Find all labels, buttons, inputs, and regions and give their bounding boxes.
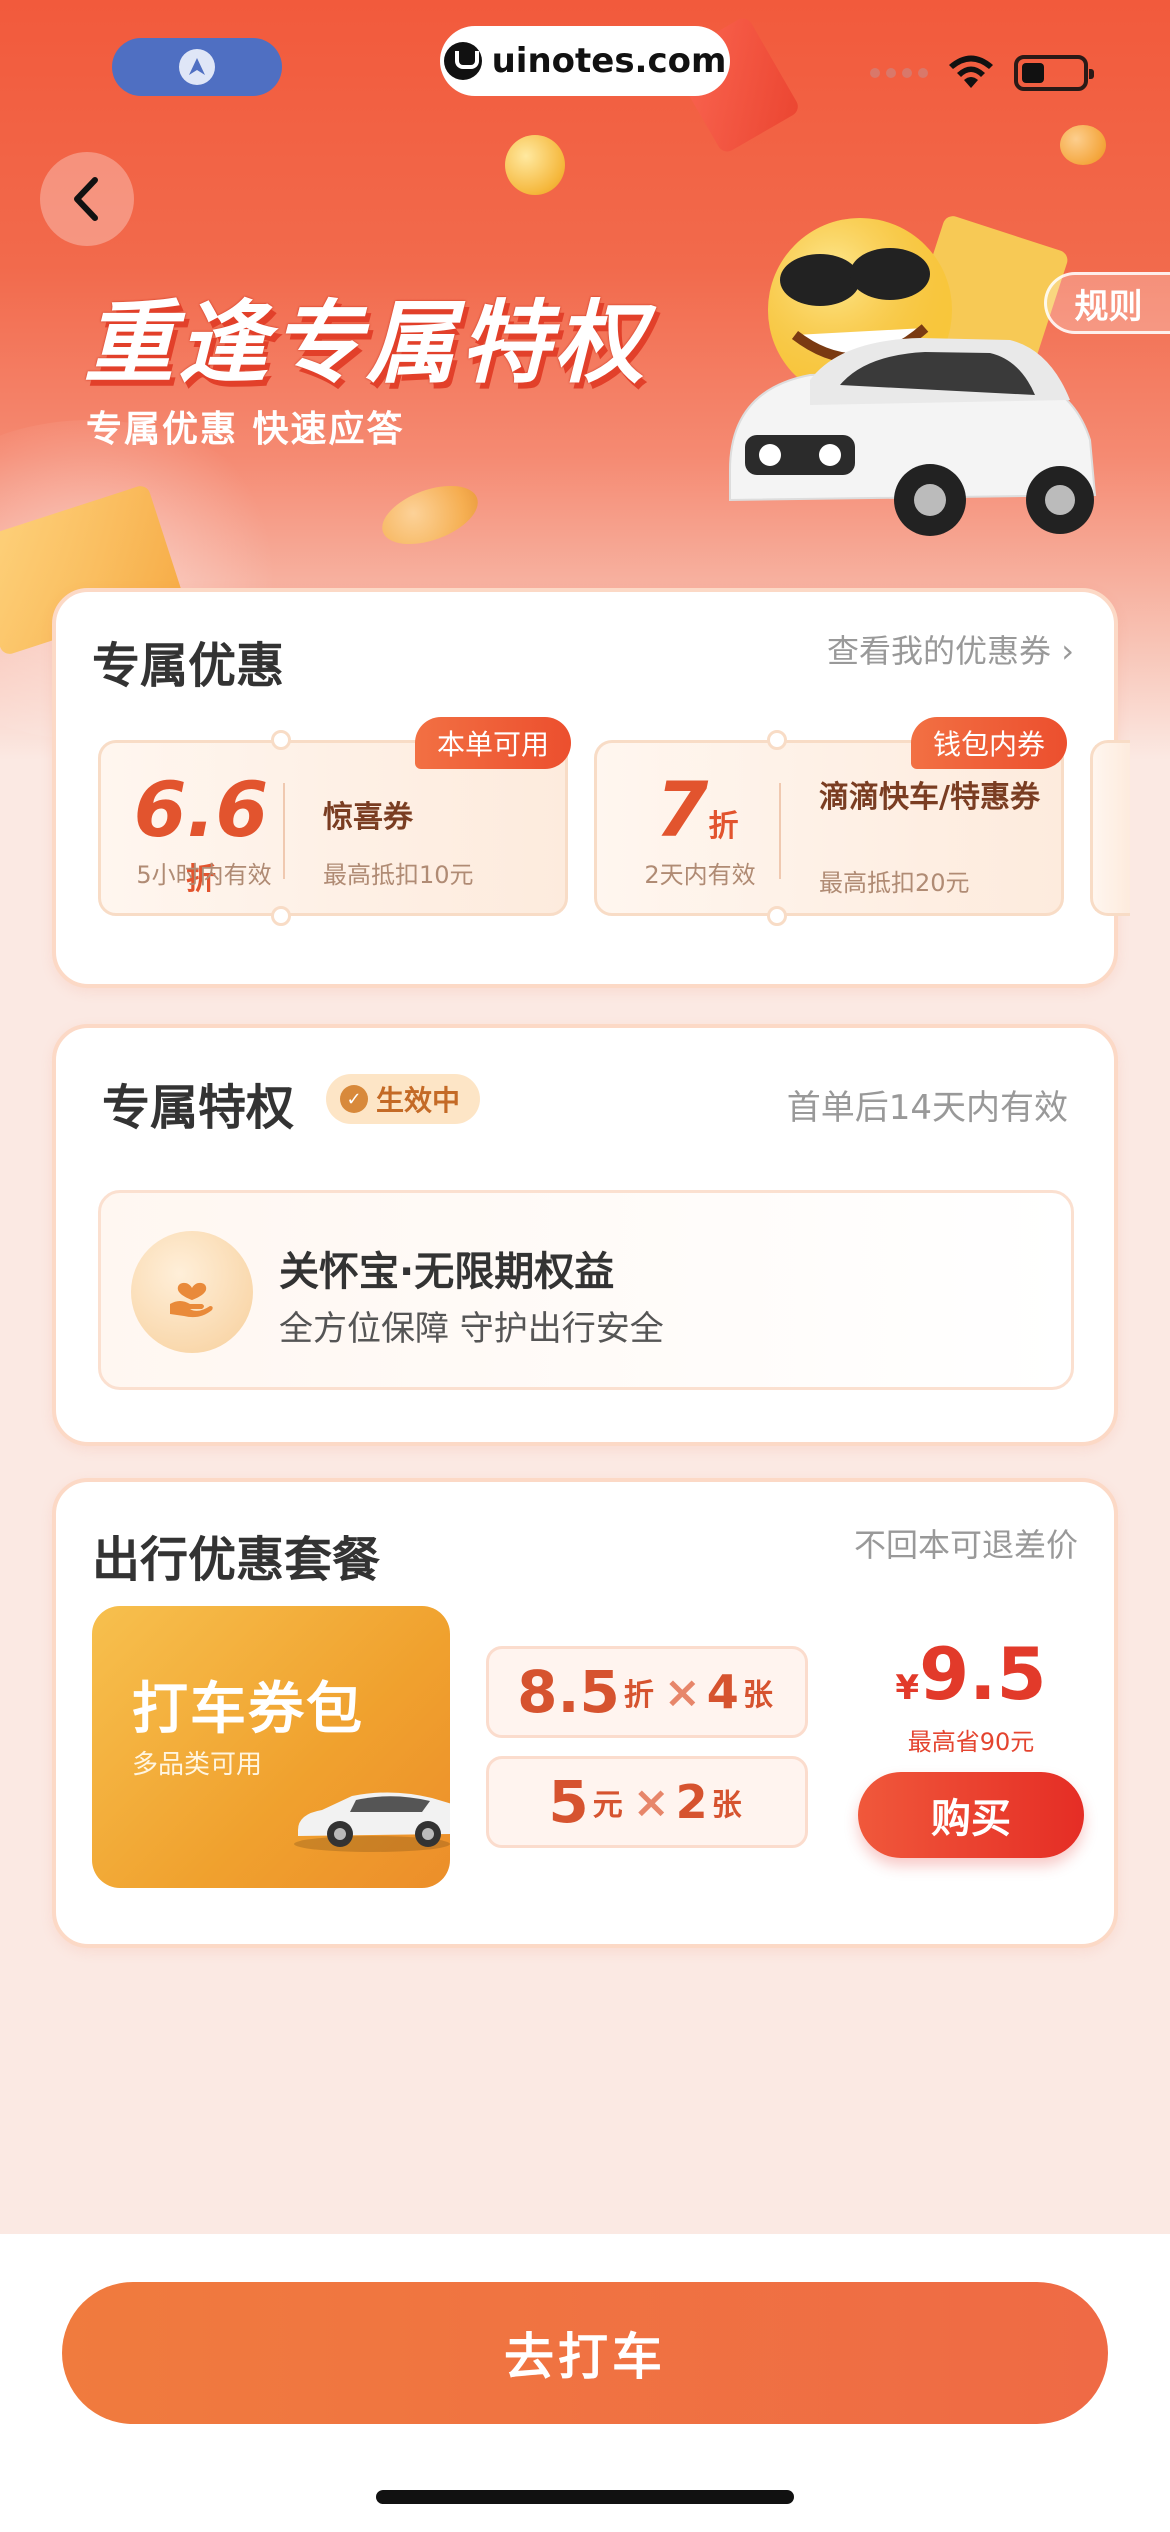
package-item: 5 元 × 2 张 — [486, 1756, 808, 1848]
coupon-divider — [779, 783, 781, 879]
coin-decoration — [505, 135, 565, 195]
care-benefit-item[interactable]: 关怀宝·无限期权益 全方位保障 守护出行安全 — [98, 1190, 1074, 1390]
heart-hand-icon — [131, 1231, 253, 1353]
coupon-pack-subtitle: 多品类可用 — [132, 1750, 263, 1780]
coupon-pack-title: 打车券包 — [132, 1677, 364, 1742]
back-button[interactable] — [40, 152, 134, 246]
navigation-pill — [112, 38, 282, 96]
coupon-validity: 5小时内有效 — [136, 861, 272, 889]
package-item: 8.5 折 × 4 张 — [486, 1646, 808, 1738]
currency-symbol: ¥ — [895, 1668, 920, 1708]
privilege-title: 专属特权 — [102, 1080, 295, 1136]
status-badge-label: 生效中 — [376, 1084, 461, 1117]
buy-button[interactable]: 购买 — [858, 1772, 1084, 1858]
check-icon: ✓ — [340, 1085, 368, 1113]
coin-decoration — [1060, 125, 1106, 165]
page-subtitle: 专属优惠 快速应答 — [86, 409, 405, 450]
coupon-limit: 最高抵扣20元 — [819, 869, 970, 897]
coupon-divider — [283, 783, 285, 879]
package-card: 出行优惠套餐 不回本可退差价 打车券包 多品类可用 8.5 折 × 4 张 5 … — [52, 1478, 1118, 1948]
coupon-pack-image: 打车券包 多品类可用 — [92, 1606, 450, 1888]
home-indicator[interactable] — [376, 2490, 794, 2504]
care-benefit-title: 关怀宝·无限期权益 — [279, 1249, 615, 1295]
coupon-validity: 2天内有效 — [644, 861, 756, 889]
coupon-name: 惊喜券 — [323, 800, 413, 835]
care-benefit-subtitle: 全方位保障 守护出行安全 — [279, 1309, 664, 1349]
offers-title: 专属优惠 — [92, 638, 285, 694]
coupon-tag: 钱包内券 — [910, 717, 1067, 769]
coupon-tag: 本单可用 — [414, 717, 571, 769]
navigation-arrow-icon — [179, 49, 215, 85]
coupon-card[interactable]: 钱包内券 7折 2天内有效 滴滴快车/特惠券 最高抵扣20元 — [594, 717, 1067, 926]
times-icon: × — [663, 1666, 701, 1718]
coupon-name: 滴滴快车/特惠券 — [819, 780, 1040, 815]
chevron-right-icon: › — [1061, 632, 1074, 670]
mascot-car-illustration — [729, 216, 1097, 536]
package-item-count: 4 — [706, 1665, 739, 1719]
privilege-validity: 首单后14天内有效 — [786, 1088, 1068, 1128]
package-title: 出行优惠套餐 — [92, 1532, 381, 1588]
coupon-limit: 最高抵扣10元 — [323, 861, 474, 889]
coupon-discount-value: 6.6 — [133, 765, 269, 854]
package-item-count-unit: 张 — [711, 1788, 742, 1823]
package-item-value: 8.5 — [517, 1658, 620, 1726]
watermark: uinotes.com — [440, 26, 730, 96]
package-item-count: 2 — [675, 1775, 708, 1829]
car-icon — [294, 1792, 450, 1852]
package-item-count-unit: 张 — [742, 1678, 773, 1713]
signal-icon — [870, 68, 928, 78]
my-coupons-link[interactable]: 查看我的优惠券 › — [827, 626, 1074, 672]
hail-ride-button[interactable]: 去打车 — [62, 2282, 1108, 2424]
package-item-unit: 折 — [623, 1678, 654, 1713]
refund-note: 不回本可退差价 — [853, 1526, 1078, 1564]
my-coupons-link-label: 查看我的优惠券 — [827, 632, 1052, 670]
chevron-left-icon — [74, 177, 98, 221]
bottom-bar: 去打车 — [0, 2234, 1170, 2532]
price-value: 9.5 — [919, 1632, 1047, 1716]
package-item-unit: 元 — [592, 1788, 623, 1823]
coupon-discount-unit: 折 — [708, 809, 739, 844]
page-title: 重逢专属特权 — [84, 291, 648, 396]
package-price: ¥9.5 — [856, 1632, 1086, 1716]
privilege-card: 专属特权 ✓ 生效中 首单后14天内有效 关怀宝·无限期权益 全方位保障 守护出… — [52, 1024, 1118, 1446]
coupon-discount: 7折 — [627, 765, 767, 854]
coin-decoration — [374, 474, 486, 556]
watermark-logo-icon — [443, 42, 482, 80]
wifi-icon — [949, 55, 993, 88]
max-savings: 最高省90元 — [907, 1728, 1035, 1756]
coupon-discount-value: 7 — [655, 765, 709, 854]
status-badge: ✓ 生效中 — [326, 1074, 481, 1124]
watermark-text: uinotes.com — [491, 41, 727, 81]
package-item-value: 5 — [548, 1768, 589, 1836]
coupon-card[interactable]: 本单可用 6.6折 5小时内有效 惊喜券 最高抵扣10元 — [98, 717, 571, 926]
status-indicators — [870, 54, 1094, 92]
offers-card: 专属优惠 查看我的优惠券 › 本单可用 6.6折 5小时内有效 惊喜券 最高抵扣… — [52, 588, 1130, 988]
coupon-card-peek[interactable] — [1090, 740, 1130, 916]
rules-button[interactable]: 规则 — [1044, 272, 1170, 334]
battery-icon — [1014, 55, 1094, 91]
times-icon: × — [632, 1776, 670, 1828]
